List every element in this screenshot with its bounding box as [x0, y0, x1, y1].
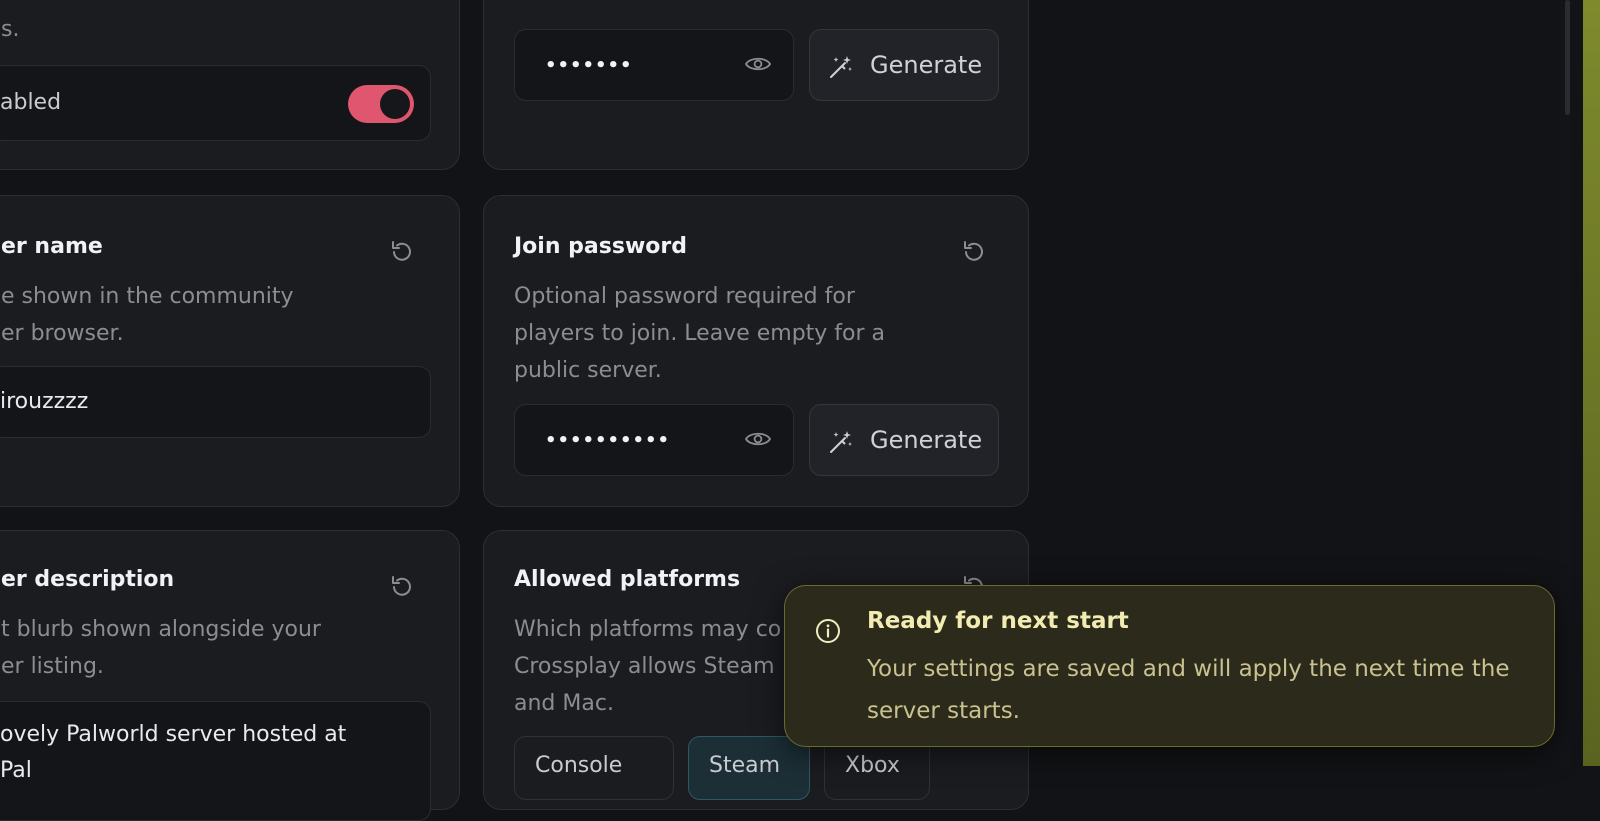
toast-notification: Ready for next start Your settings are s…: [784, 585, 1555, 747]
password-mask: ••••••••••: [545, 430, 671, 451]
setting-description: s.: [1, 17, 20, 42]
reset-icon[interactable]: [389, 239, 415, 265]
setting-title: er description: [1, 567, 175, 592]
password-mask: •••••••: [545, 55, 633, 76]
setting-description-line-1: e shown in the community: [1, 284, 294, 309]
enabled-toggle[interactable]: [348, 85, 414, 123]
join-password-input[interactable]: ••••••••••: [514, 404, 794, 476]
scrollbar-thumb[interactable]: [1565, 0, 1570, 115]
generate-label: Generate: [870, 426, 983, 454]
setting-description-line-2: er listing.: [1, 654, 104, 679]
setting-title: er name: [1, 234, 103, 259]
toast-message: Your settings are saved and will apply t…: [867, 656, 1510, 724]
toggle-label: abled: [0, 90, 62, 115]
setting-description-line-1: Which platforms may co: [514, 617, 782, 642]
setting-description-line-3: and Mac.: [514, 691, 614, 716]
enabled-setting-card: s. abled: [0, 0, 460, 170]
generate-label: Generate: [870, 51, 983, 79]
eye-icon[interactable]: [745, 55, 771, 73]
reset-icon[interactable]: [389, 574, 415, 600]
server-name-card: er name e shown in the community er brow…: [0, 195, 460, 507]
magic-wand-icon: [830, 431, 852, 453]
setting-title: Allowed platforms: [514, 567, 741, 592]
setting-description-line-2: players to join. Leave empty for a: [514, 321, 886, 346]
eye-icon[interactable]: [745, 430, 771, 448]
setting-description-line-2: er browser.: [1, 321, 124, 346]
generate-button[interactable]: Generate: [809, 29, 999, 101]
info-icon: [816, 619, 840, 643]
setting-description-line-2: Crossplay allows Steam: [514, 654, 775, 679]
platform-console-button[interactable]: Console: [514, 736, 674, 800]
setting-description-line-1: t blurb shown alongside your: [1, 617, 321, 642]
toast-title: Ready for next start: [867, 608, 1129, 634]
server-name-value: irouzzzz: [0, 389, 89, 414]
platform-steam-button[interactable]: Steam: [688, 736, 810, 800]
setting-title: Join password: [514, 234, 687, 259]
reset-icon[interactable]: [961, 239, 987, 265]
setting-description-line-3: public server.: [514, 358, 662, 383]
admin-password-input[interactable]: •••••••: [514, 29, 794, 101]
window-edge: [1583, 0, 1600, 766]
server-name-input[interactable]: irouzzzz: [0, 366, 431, 438]
server-description-textarea[interactable]: ovely Palworld server hosted at Pal: [0, 701, 431, 821]
admin-password-card: ••••••• Generate: [483, 0, 1029, 170]
magic-wand-icon: [830, 56, 852, 78]
description-value-line-2: Pal: [0, 758, 32, 783]
toggle-knob: [380, 89, 410, 119]
enabled-toggle-row[interactable]: abled: [0, 65, 431, 141]
setting-description-line-1: Optional password required for: [514, 284, 855, 309]
generate-button[interactable]: Generate: [809, 404, 999, 476]
server-description-card: er description t blurb shown alongside y…: [0, 530, 460, 821]
join-password-card: Join password Optional password required…: [483, 195, 1029, 507]
description-value-line-1: ovely Palworld server hosted at: [0, 722, 347, 747]
